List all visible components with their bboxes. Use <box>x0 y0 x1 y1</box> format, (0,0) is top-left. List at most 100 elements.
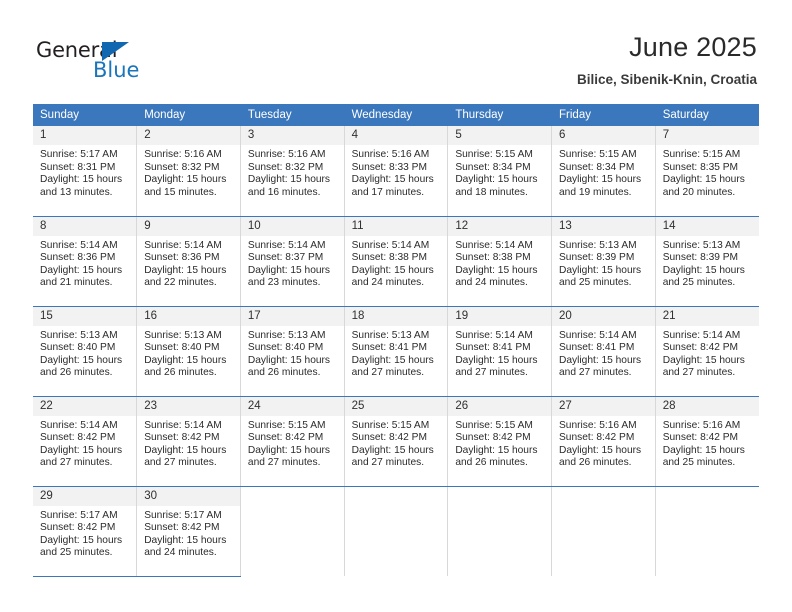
daylight-text: Daylight: 15 hours and 26 minutes. <box>559 444 642 469</box>
sunrise-text: Sunrise: 5:14 AM <box>662 329 741 341</box>
daylight-text: Daylight: 15 hours and 16 minutes. <box>247 174 331 198</box>
calendar-day-cell[interactable]: 25 Sunrise: 5:15 AM Sunset: 8:42 PM Dayligh… <box>344 396 449 487</box>
day-number: 16 <box>137 306 240 326</box>
calendar-day-cell[interactable]: 13 Sunrise: 5:13 AM Sunset: 8:39 PM Dayligh… <box>551 216 656 307</box>
calendar-day-cell[interactable]: 14 Sunrise: 5:13 AM Sunset: 8:39 PM Dayligh… <box>655 216 759 307</box>
daylight-text: Daylight: 15 hours and 27 minutes. <box>455 354 538 379</box>
sunrise-text: Sunrise: 5:13 AM <box>351 329 430 341</box>
day-number: 2 <box>137 126 240 145</box>
sunset-text: Sunset: 8:42 PM <box>351 432 427 444</box>
daylight-text: Daylight: 15 hours and 27 minutes. <box>40 444 123 469</box>
daylight-text: Daylight: 15 hours and 27 minutes. <box>351 354 434 379</box>
calendar-day-cell[interactable]: 29 Sunrise: 5:17 AM Sunset: 8:42 PM Dayligh… <box>33 486 138 577</box>
weekday-header-tuesday: Tuesday <box>240 104 345 126</box>
calendar-day-cell[interactable]: 1 Sunrise: 5:17 AM Sunset: 8:31 PM Daylight… <box>33 126 138 217</box>
calendar-day-cell[interactable]: 20 Sunrise: 5:14 AM Sunset: 8:41 PM Dayligh… <box>551 306 656 397</box>
weekday-header-wednesday: Wednesday <box>344 104 449 126</box>
calendar-day-cell[interactable]: 16 Sunrise: 5:13 AM Sunset: 8:40 PM Dayligh… <box>136 306 241 397</box>
calendar-day-cell[interactable]: 27 Sunrise: 5:16 AM Sunset: 8:42 PM Dayligh… <box>551 396 656 487</box>
day-number: 19 <box>448 306 552 326</box>
day-details: Sunrise: 5:14 AM Sunset: 8:42 PM Daylight:… <box>137 416 240 470</box>
day-details: Sunrise: 5:14 AM Sunset: 8:38 PM Daylight:… <box>345 236 448 290</box>
calendar-day-cell[interactable]: 26 Sunrise: 5:15 AM Sunset: 8:42 PM Dayligh… <box>447 396 553 487</box>
daylight-text: Daylight: 15 hours and 25 minutes. <box>662 444 745 469</box>
day-number: 11 <box>344 216 448 236</box>
day-number-blank <box>344 521 448 541</box>
day-details: Sunrise: 5:15 AM Sunset: 8:34 PM Daylight:… <box>448 145 551 199</box>
weekday-header-sunday: Sunday <box>33 104 138 126</box>
sunset-text: Sunset: 8:38 PM <box>455 252 531 264</box>
day-number: 4 <box>344 126 448 145</box>
calendar-day-cell[interactable]: 22 Sunrise: 5:14 AM Sunset: 8:42 PM Dayligh… <box>33 396 138 487</box>
daylight-text: Daylight: 15 hours and 27 minutes. <box>144 444 227 469</box>
daylight-text: Daylight: 15 hours and 24 minutes. <box>144 534 227 559</box>
general-blue-logo[interactable]: General Blue <box>36 38 156 84</box>
day-number: 17 <box>240 306 344 326</box>
day-number: 12 <box>448 216 552 236</box>
calendar-day-cell[interactable]: 12 Sunrise: 5:14 AM Sunset: 8:38 PM Dayligh… <box>447 216 553 307</box>
logo-separator <box>90 60 92 82</box>
page-header: General Blue June 2025 Bilice, Sibenik-K… <box>0 0 792 100</box>
day-details: Sunrise: 5:15 AM Sunset: 8:35 PM Daylight:… <box>656 145 759 199</box>
calendar-day-cell[interactable]: 24 Sunrise: 5:15 AM Sunset: 8:42 PM Dayligh… <box>240 396 345 487</box>
sunrise-text: Sunrise: 5:15 AM <box>455 419 533 431</box>
calendar-day-cell[interactable]: 8 Sunrise: 5:14 AM Sunset: 8:36 PM Daylight… <box>33 216 138 307</box>
day-number: 7 <box>655 126 759 145</box>
calendar-day-cell[interactable]: 10 Sunrise: 5:14 AM Sunset: 8:37 PM Dayligh… <box>240 216 345 307</box>
calendar-day-cell[interactable]: 11 Sunrise: 5:14 AM Sunset: 8:38 PM Dayligh… <box>344 216 449 307</box>
day-number: 29 <box>33 486 137 506</box>
calendar-day-cell[interactable]: 6 Sunrise: 5:15 AM Sunset: 8:34 PM Daylight… <box>551 126 656 217</box>
calendar-cell-empty <box>551 486 656 577</box>
day-number: 23 <box>137 396 240 416</box>
calendar-day-cell[interactable]: 3 Sunrise: 5:16 AM Sunset: 8:32 PM Daylight… <box>240 126 345 217</box>
day-details: Sunrise: 5:15 AM Sunset: 8:42 PM Daylight:… <box>345 416 448 470</box>
calendar-day-cell[interactable]: 21 Sunrise: 5:14 AM Sunset: 8:42 PM Dayligh… <box>655 306 759 397</box>
calendar-page: General Blue June 2025 Bilice, Sibenik-K… <box>0 0 792 612</box>
day-details: Sunrise: 5:16 AM Sunset: 8:32 PM Daylight:… <box>241 145 344 199</box>
calendar-week-row: 1 Sunrise: 5:17 AM Sunset: 8:31 PM Daylight… <box>33 126 759 217</box>
calendar-cell-empty <box>240 486 345 577</box>
calendar-cell-empty <box>447 486 553 577</box>
sunrise-text: Sunrise: 5:14 AM <box>40 239 118 251</box>
daylight-text: Daylight: 15 hours and 27 minutes. <box>559 354 642 379</box>
calendar-day-cell[interactable]: 17 Sunrise: 5:13 AM Sunset: 8:40 PM Dayligh… <box>240 306 345 397</box>
daylight-text: Daylight: 15 hours and 22 minutes. <box>144 264 227 289</box>
daylight-text: Daylight: 15 hours and 24 minutes. <box>351 264 434 289</box>
day-details: Sunrise: 5:17 AM Sunset: 8:42 PM Daylight:… <box>137 506 240 560</box>
day-details: Sunrise: 5:14 AM Sunset: 8:42 PM Daylight:… <box>656 326 759 380</box>
sunset-text: Sunset: 8:41 PM <box>351 342 427 354</box>
day-details: Sunrise: 5:14 AM Sunset: 8:36 PM Daylight:… <box>137 236 240 290</box>
calendar-day-cell[interactable]: 9 Sunrise: 5:14 AM Sunset: 8:36 PM Daylight… <box>136 216 241 307</box>
sunset-text: Sunset: 8:42 PM <box>559 432 635 444</box>
sunset-text: Sunset: 8:39 PM <box>559 252 635 264</box>
sunset-text: Sunset: 8:42 PM <box>144 522 220 534</box>
sunset-text: Sunset: 8:42 PM <box>40 432 116 444</box>
sunset-text: Sunset: 8:32 PM <box>144 161 220 173</box>
sunrise-text: Sunrise: 5:14 AM <box>455 239 533 251</box>
sunrise-text: Sunrise: 5:13 AM <box>247 329 326 341</box>
calendar-day-cell[interactable]: 2 Sunrise: 5:16 AM Sunset: 8:32 PM Daylight… <box>136 126 241 217</box>
calendar-day-cell[interactable]: 15 Sunrise: 5:13 AM Sunset: 8:40 PM Dayligh… <box>33 306 138 397</box>
page-subtitle: Bilice, Sibenik-Knin, Croatia <box>576 72 757 87</box>
calendar-day-cell[interactable]: 5 Sunrise: 5:15 AM Sunset: 8:34 PM Daylight… <box>447 126 553 217</box>
sunset-text: Sunset: 8:39 PM <box>662 252 739 264</box>
calendar-day-cell[interactable]: 19 Sunrise: 5:14 AM Sunset: 8:41 PM Dayligh… <box>447 306 553 397</box>
sunrise-text: Sunrise: 5:15 AM <box>559 149 637 160</box>
daylight-text: Daylight: 15 hours and 26 minutes. <box>247 354 331 379</box>
day-number: 30 <box>137 486 240 506</box>
day-details: Sunrise: 5:14 AM Sunset: 8:41 PM Daylight:… <box>448 326 551 380</box>
calendar-day-cell[interactable]: 7 Sunrise: 5:15 AM Sunset: 8:35 PM Daylight… <box>655 126 759 217</box>
sunset-text: Sunset: 8:42 PM <box>455 432 531 444</box>
calendar-day-cell[interactable]: 30 Sunrise: 5:17 AM Sunset: 8:42 PM Dayligh… <box>136 486 241 577</box>
day-details: Sunrise: 5:13 AM Sunset: 8:39 PM Daylight:… <box>552 236 655 290</box>
calendar-day-cell[interactable]: 4 Sunrise: 5:16 AM Sunset: 8:33 PM Daylight… <box>344 126 449 217</box>
day-number: 13 <box>552 216 655 236</box>
calendar-week-row: 15 Sunrise: 5:13 AM Sunset: 8:40 PM Dayligh… <box>33 306 759 397</box>
sunrise-text: Sunrise: 5:14 AM <box>144 419 222 431</box>
calendar-day-cell[interactable]: 28 Sunrise: 5:16 AM Sunset: 8:42 PM Dayligh… <box>655 396 759 487</box>
daylight-text: Daylight: 15 hours and 25 minutes. <box>559 264 642 289</box>
sunrise-text: Sunrise: 5:13 AM <box>559 239 637 251</box>
day-number: 24 <box>240 396 344 416</box>
calendar-day-cell[interactable]: 18 Sunrise: 5:13 AM Sunset: 8:41 PM Dayligh… <box>344 306 449 397</box>
calendar-day-cell[interactable]: 23 Sunrise: 5:14 AM Sunset: 8:42 PM Dayligh… <box>136 396 241 487</box>
